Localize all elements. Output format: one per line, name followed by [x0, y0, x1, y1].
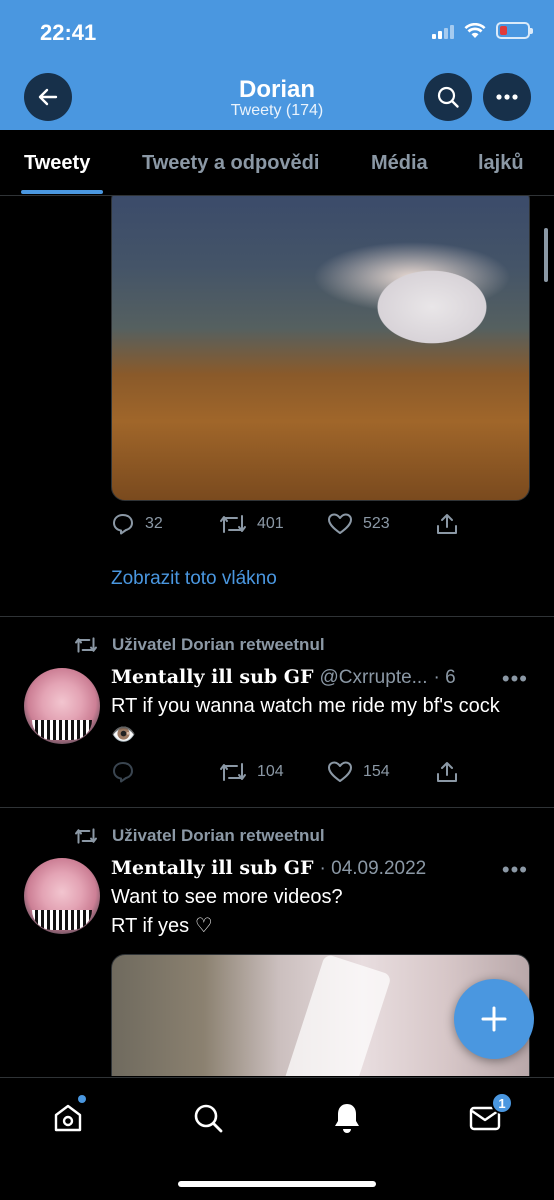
retweet-icon — [75, 828, 97, 844]
share-button[interactable] — [435, 760, 459, 784]
tab-likes[interactable]: lajků — [478, 152, 524, 175]
tweet-feed[interactable]: 32 401 523 Zobrazit toto vlákno Uživatel… — [0, 196, 554, 1076]
reply-button[interactable] — [111, 760, 135, 784]
like-button[interactable]: 154 — [327, 760, 390, 784]
unread-dot — [78, 1095, 86, 1103]
retweet-count: 104 — [257, 763, 284, 780]
cellular-signal-icon — [432, 23, 454, 39]
retweet-button[interactable]: 104 — [219, 760, 284, 784]
like-count: 154 — [363, 763, 390, 780]
reply-button[interactable]: 32 — [111, 512, 163, 536]
heart-icon — [328, 761, 352, 782]
scrollbar[interactable] — [544, 228, 548, 282]
like-button[interactable]: 523 — [327, 512, 390, 536]
nav-notifications[interactable] — [327, 1098, 367, 1138]
tweet-actions: 32 401 523 — [111, 512, 471, 542]
retweet-label: Uživatel Dorian retweetnul — [74, 826, 325, 846]
tweet-more-icon[interactable]: ••• — [502, 857, 528, 883]
search-icon — [437, 86, 459, 108]
more-options-button[interactable] — [483, 73, 531, 121]
retweeted-by-text: Uživatel Dorian retweetnul — [112, 635, 325, 654]
author-handle[interactable]: @Cxrrupte... — [320, 667, 428, 689]
author-name[interactable]: Mentally ill sub GF — [111, 857, 314, 879]
messages-badge: 1 — [491, 1092, 513, 1114]
retweet-icon — [220, 515, 246, 533]
active-tab-indicator — [21, 190, 103, 194]
like-count: 523 — [363, 515, 390, 532]
tweet-text-line: RT if yes ♡ — [111, 915, 213, 937]
profile-tabs: Tweety Tweety a odpovědi Média lajků — [0, 130, 554, 196]
tweet-timestamp: · 6 d — [433, 667, 462, 688]
nav-messages[interactable]: 1 — [465, 1092, 513, 1138]
retweet-label: Uživatel Dorian retweetnul — [74, 635, 325, 655]
share-icon — [437, 762, 457, 782]
tweet-media-image[interactable] — [111, 196, 530, 501]
nav-search[interactable] — [188, 1098, 228, 1138]
retweeted-by-text: Uživatel Dorian retweetnul — [112, 826, 325, 845]
retweet-count: 401 — [257, 515, 284, 532]
tweet-divider — [0, 616, 554, 617]
reply-count: 32 — [145, 515, 163, 532]
tab-tweets[interactable]: Tweety — [24, 152, 90, 175]
tab-tweets-and-replies[interactable]: Tweety a odpovědi — [142, 152, 319, 175]
avatar[interactable] — [24, 858, 100, 934]
tweet-header: Mentally ill sub GF · 04.09.2022 — [111, 857, 461, 880]
tweet-header: Mentally ill sub GF @Cxrrupte... · 6 d — [111, 666, 461, 689]
share-icon — [437, 514, 457, 534]
show-thread-link[interactable]: Zobrazit toto vlákno — [111, 568, 277, 590]
tweet-timestamp: · 04.09.2022 — [319, 858, 427, 879]
tweet-text-line: Want to see more videos? — [111, 886, 343, 908]
reply-icon — [113, 762, 133, 783]
profile-header: 22:41 Dorian Tweety (174) — [0, 0, 554, 130]
battery-icon — [496, 22, 533, 39]
status-bar: 22:41 — [0, 0, 554, 64]
retweet-icon — [220, 763, 246, 781]
tweet-more-icon[interactable]: ••• — [502, 666, 528, 692]
reply-icon — [113, 514, 133, 535]
home-indicator[interactable] — [178, 1181, 376, 1187]
wifi-icon — [464, 22, 486, 38]
retweet-button[interactable]: 401 — [219, 512, 284, 536]
share-button[interactable] — [435, 512, 459, 536]
tab-media[interactable]: Média — [371, 152, 428, 175]
retweet-icon — [75, 637, 97, 653]
avatar[interactable] — [24, 668, 100, 744]
search-icon — [194, 1104, 223, 1133]
tweet-divider — [0, 807, 554, 808]
compose-tweet-button[interactable] — [454, 979, 534, 1059]
ellipsis-icon — [496, 94, 518, 100]
author-name[interactable]: Mentally ill sub GF — [111, 666, 314, 688]
home-icon — [54, 1104, 82, 1132]
nav-home[interactable] — [48, 1095, 88, 1138]
tweet-text: Want to see more videos? RT if yes ♡ — [111, 883, 511, 941]
status-time: 22:41 — [40, 20, 97, 45]
status-icons — [432, 22, 533, 39]
tweet-actions: 104 154 — [111, 760, 471, 790]
tweet-text: RT if you wanna watch me ride my bf's co… — [111, 695, 500, 746]
tweet-count: Tweety (174) — [230, 102, 324, 119]
notifications-icon — [335, 1104, 359, 1133]
search-button[interactable] — [424, 73, 472, 121]
heart-icon — [328, 513, 352, 534]
plus-icon — [481, 1006, 507, 1032]
